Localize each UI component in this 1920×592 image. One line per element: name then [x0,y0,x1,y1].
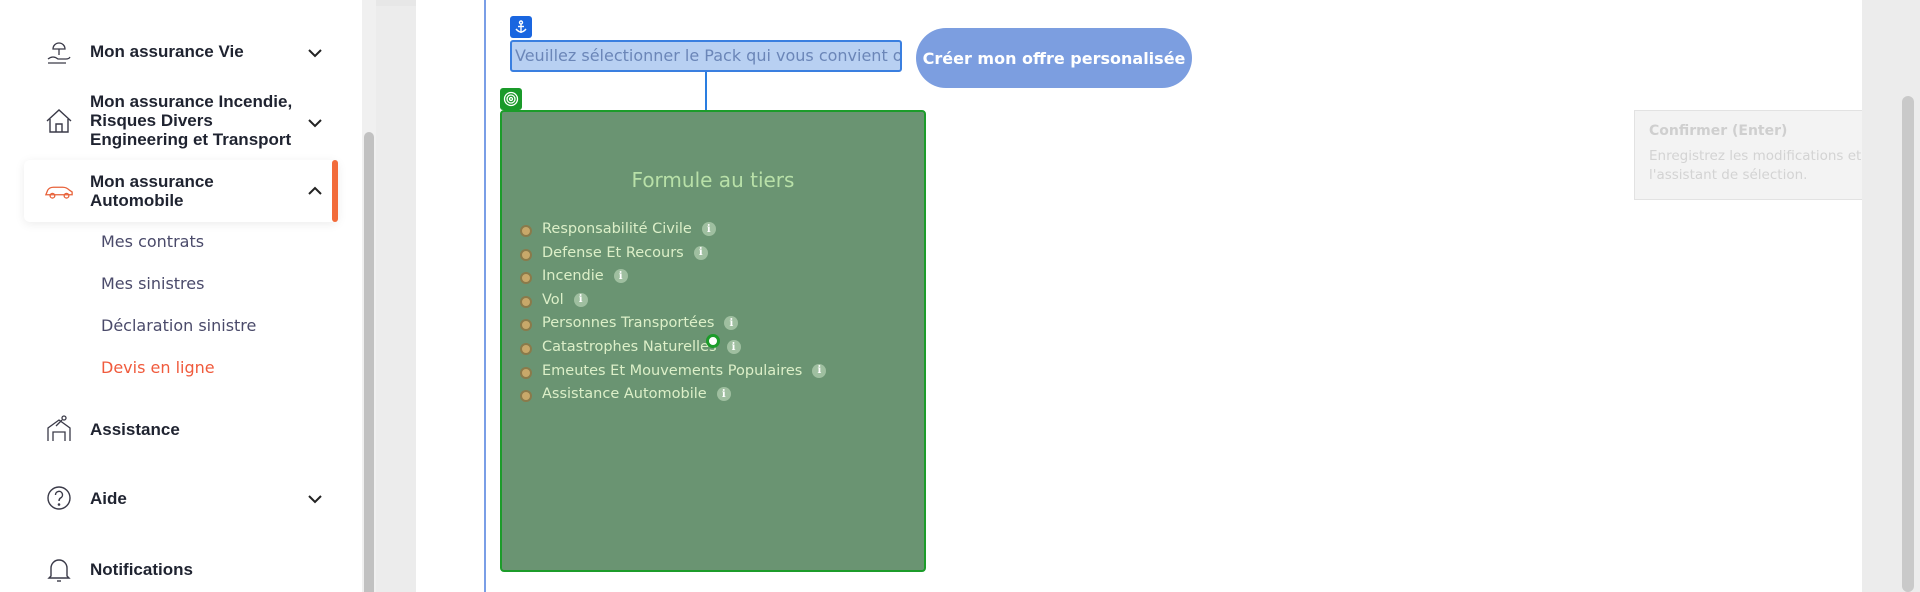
coverage-label: Personnes Transportées [542,315,715,332]
chevron-up-icon[interactable] [304,180,326,202]
bullet-icon [520,343,532,355]
nav-item-notifications[interactable]: Notifications [0,552,340,586]
info-icon[interactable]: i [726,340,741,354]
subnav-devis-en-ligne[interactable]: Devis en ligne [101,358,215,377]
info-icon[interactable]: i [724,316,739,331]
coverage-label: Defense Et Recours [542,244,684,261]
chevron-down-icon[interactable] [304,112,326,134]
nav-item-assurance-automobile[interactable]: Mon assurance Automobile [0,160,340,222]
coverage-label: Catastrophes Naturelles [542,339,717,355]
connector-line [705,72,707,110]
anchor-icon[interactable] [510,16,532,38]
nav-item-aide[interactable]: Aide [0,482,340,514]
coverage-item: Defense Et Recours i [520,243,708,263]
chevron-down-icon[interactable] [304,488,326,510]
nav-label: Mon assurance Automobile [90,172,214,210]
bullet-icon [520,225,532,237]
formula-title: Formule au tiers [631,168,795,192]
info-icon[interactable]: i [812,363,827,378]
info-icon[interactable]: i [701,222,716,236]
bullet-icon [520,295,532,308]
bullet-icon [520,366,532,379]
coverage-label: Incendie [542,268,604,285]
bullet-icon [520,319,532,332]
coverage-item: Incendie i [520,266,628,286]
umbrella-hand-icon [44,37,74,67]
nav-label: Notifications [90,560,193,579]
sidebar: Mon assurance Vie Mon assurance Incendie… [0,0,362,592]
info-icon[interactable]: i [716,387,731,402]
subnav-declaration-sinistre[interactable]: Déclaration sinistre [101,316,256,335]
coverage-label: Emeutes Et Mouvements Populaires [542,362,803,379]
coverage-item: Vol i [520,290,588,310]
bullet-icon [520,248,532,261]
guide-line [484,0,486,592]
car-icon [44,176,74,206]
coverage-item: Emeutes Et Mouvements Populaires i [520,361,827,381]
assistance-icon [44,414,74,444]
subnav-mes-contrats[interactable]: Mes contrats [101,232,204,251]
coverage-label: Assistance Automobile [542,386,707,403]
coverage-item: Assistance Automobile i [520,384,731,404]
pack-prompt-selection[interactable]: Veuillez sélectionner le Pack qui vous c… [510,40,902,72]
nav-label: Assistance [90,420,180,439]
main-scrollbar-thumb[interactable] [1902,96,1914,592]
coverage-label: Responsabilité Civile [542,221,692,237]
target-icon[interactable] [500,88,522,110]
coverage-label: Vol [542,291,564,308]
nav-label: Mon assurance Incendie, Risques Divers E… [90,92,293,149]
create-offer-button[interactable]: Créer mon offre personalisée [916,28,1192,88]
chevron-down-icon[interactable] [304,42,326,64]
info-icon[interactable]: i [573,292,588,307]
coverage-item: Personnes Transportées i [520,313,739,333]
nav-item-assistance[interactable]: Assistance [0,413,340,445]
bullet-icon [520,272,532,285]
nav-label: Mon assurance Vie [90,42,244,61]
bullet-icon [520,390,532,403]
info-icon[interactable]: i [693,245,708,260]
nav-label: Aide [90,489,127,508]
subnav-mes-sinistres[interactable]: Mes sinistres [101,274,204,293]
nav-item-assurance-incendie[interactable]: Mon assurance Incendie, Risques Divers E… [0,92,340,152]
bell-icon [44,554,74,584]
nav-item-assurance-vie[interactable]: Mon assurance Vie [0,36,340,68]
info-icon[interactable]: i [613,269,628,284]
sidebar-scrollbar-thumb[interactable] [364,132,374,592]
question-icon [44,483,74,513]
cursor-marker [706,334,720,348]
coverage-item: Responsabilité Civile i [520,219,716,239]
pack-prompt-text: Veuillez sélectionner le Pack qui vous c… [515,46,902,65]
house-icon [44,106,74,136]
